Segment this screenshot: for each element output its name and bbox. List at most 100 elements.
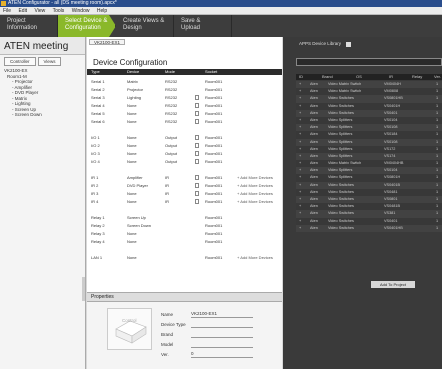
config-row[interactable]: Serial 2 Projector RS232 Room001 [87,86,282,94]
expand-icon[interactable]: + [299,110,301,117]
config-row[interactable] [87,206,282,214]
tree-item[interactable]: - Screen Down [4,112,85,118]
mode-dropdown[interactable] [195,199,199,204]
library-row[interactable]: + Aten Video Splitters VS0108 1 [296,138,442,146]
config-row[interactable]: Serial 4 None RS232 Room001 [87,102,282,110]
config-row[interactable]: I/O 1 None Output Room001 [87,134,282,142]
config-row[interactable] [87,166,282,174]
expand-icon[interactable]: + [299,88,301,95]
config-row[interactable]: I/O 2 None Output Room001 [87,142,282,150]
expand-icon[interactable]: + [299,167,301,174]
expand-icon[interactable]: + [299,203,301,210]
config-row[interactable]: Serial 5 None RS232 Room001 [87,110,282,118]
property-value-field[interactable] [191,341,253,348]
menu-edit[interactable]: Edit [15,8,30,14]
mode-dropdown[interactable] [195,143,199,148]
add-to-project-button[interactable]: Add To Project [371,281,415,288]
library-row[interactable]: + Aten Video Splitters VS174 1 [296,152,442,161]
library-row[interactable]: + Aten Video Matrix Switch VM0808 1 [296,88,442,96]
expand-icon[interactable]: + [299,95,301,102]
config-row[interactable]: Relay 4 None Room001 [87,238,282,246]
expand-icon[interactable]: + [299,139,301,146]
expand-icon[interactable]: + [299,182,301,189]
expand-icon[interactable]: + [299,218,301,225]
tab-controller-config[interactable]: VK2100-EX1 [89,39,126,45]
config-row[interactable]: Relay 1 Screen Up Room001 [87,214,282,222]
mode-dropdown[interactable] [195,119,199,124]
library-row[interactable]: + Aten Video Switches VS0401B 1 [296,181,442,189]
library-search-input[interactable] [296,58,442,66]
config-row[interactable]: Serial 3 Lighting RS232 Room001 [87,94,282,102]
tab-controller[interactable]: Controller [4,57,36,66]
menu-view[interactable]: View [31,8,48,14]
menu-window[interactable]: Window [69,8,93,14]
expand-icon[interactable]: + [299,160,301,167]
library-row[interactable]: + Aten Video Switches VS0401HB 1 [296,224,442,232]
expand-icon[interactable]: + [299,81,301,88]
expand-icon[interactable]: + [299,124,301,131]
menu-file[interactable]: File [0,8,14,14]
panel-splitter[interactable] [82,277,85,301]
config-cell-link[interactable]: + Add More Devices [237,182,273,189]
library-row[interactable]: + Aten Video Switches VS0801 1 [296,196,442,204]
config-row[interactable] [87,246,282,254]
menu-tools[interactable]: Tools [50,8,68,14]
step-select-device[interactable]: Select Device & Configuration [58,15,116,37]
library-row[interactable]: + Aten Video Switches VS381 1 [296,210,442,218]
config-cell-link[interactable]: + Add More Devices [237,190,273,197]
library-row[interactable]: + Aten Video Splitters VS0184 1 [296,131,442,139]
library-row[interactable]: + Aten Video Switches VS0481 1 [296,188,442,196]
library-row[interactable]: + Aten Video Switches VS0401H 1 [296,102,442,110]
library-row[interactable]: + Aten Video Matrix Switch VM0404HB 1 [296,160,442,168]
property-value-field[interactable]: 0 [191,351,253,358]
mode-dropdown[interactable] [195,191,199,196]
config-row[interactable]: IR 3 None IR Room001 + Add More Devices [87,190,282,198]
config-cell-link[interactable]: + Add More Devices [237,198,273,205]
config-cell-link[interactable]: + Add More Devices [237,254,273,261]
expand-icon[interactable]: + [299,103,301,110]
library-row[interactable]: + Aten Video Splitters VS0104 1 [296,167,442,175]
library-row[interactable]: + Aten Video Splitters VS0108 1 [296,124,442,132]
expand-icon[interactable]: + [299,196,301,203]
library-row[interactable]: + Aten Video Splitters VS172 1 [296,145,442,153]
expand-icon[interactable]: + [299,210,301,217]
mode-dropdown[interactable] [195,103,199,108]
property-value-field[interactable] [191,321,253,328]
config-row[interactable]: I/O 3 None Output Room001 [87,150,282,158]
expand-icon[interactable]: + [299,146,301,153]
config-row[interactable]: LAN 1 None Room001 + Add More Devices [87,254,282,262]
expand-icon[interactable]: + [299,225,301,232]
library-row[interactable]: + Aten Video Matrix Switch VM0404H 1 [296,81,442,89]
expand-icon[interactable]: + [299,189,301,196]
mode-dropdown[interactable] [195,159,199,164]
config-row[interactable]: Serial 1 Matrix RS232 Room001 [87,78,282,86]
library-row[interactable]: + Aten Video Switches VS0801HB 1 [296,95,442,103]
library-toggle-checkbox[interactable] [346,42,351,47]
property-value-field[interactable]: VK2100-EX1 [191,311,253,318]
step-project-information[interactable]: Project Information [0,15,58,37]
config-row[interactable]: Relay 2 Screen Down Room001 [87,222,282,230]
config-row[interactable]: I/O 4 None Output Room001 [87,158,282,166]
mode-dropdown[interactable] [195,151,199,156]
expand-icon[interactable]: + [299,174,301,181]
config-row[interactable]: Relay 3 None Room001 [87,230,282,238]
library-row[interactable]: + Aten Video Splitters VS0801H 1 [296,174,442,182]
config-cell-link[interactable]: + Add More Devices [237,174,273,181]
tab-views[interactable]: Views [37,57,62,66]
menu-help[interactable]: Help [94,8,110,14]
mode-dropdown[interactable] [195,175,199,180]
config-row[interactable]: Serial 6 None RS232 Room001 [87,118,282,126]
expand-icon[interactable]: + [299,117,301,124]
config-row[interactable]: IR 2 DVD Player IR Room001 + Add More Device… [87,182,282,190]
config-row[interactable] [87,126,282,134]
config-row[interactable]: IR 1 Amplifier IR Room001 + Add More Devices [87,174,282,182]
mode-dropdown[interactable] [195,135,199,140]
config-row[interactable]: IR 4 None IR Room001 + Add More Devices [87,198,282,206]
property-value-field[interactable] [191,331,253,338]
library-row[interactable]: + Aten Video Splitters VS0104 1 [296,116,442,125]
mode-dropdown[interactable] [195,95,199,100]
expand-icon[interactable]: + [299,131,301,138]
expand-icon[interactable]: + [299,153,301,160]
step-create-views[interactable]: Create Views & Design [116,15,174,37]
library-row[interactable]: + Aten Video Switches VS0481B 1 [296,203,442,211]
